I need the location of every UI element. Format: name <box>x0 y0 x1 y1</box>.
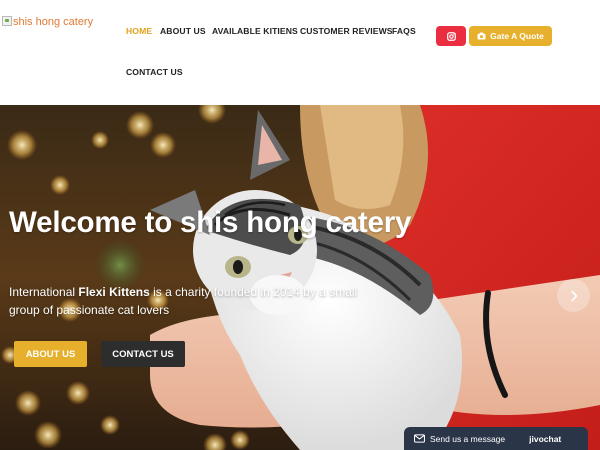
instagram-button[interactable] <box>436 26 466 46</box>
nav-faqs[interactable]: FAQS <box>392 26 416 36</box>
nav-about-us[interactable]: ABOUT US <box>160 26 206 36</box>
hero-description-prefix: International <box>9 285 79 299</box>
chat-widget[interactable]: Send us a message jivochat <box>404 427 588 450</box>
slider-next-button[interactable] <box>557 279 590 312</box>
site-header: shis hong catery HOME ABOUT US AVAILABLE… <box>0 0 600 105</box>
nav-home[interactable]: HOME <box>126 26 152 36</box>
chat-label: Send us a message <box>430 433 506 444</box>
mail-icon <box>414 434 425 443</box>
hero-slider: Welcome to shis hong catery Internationa… <box>0 105 600 450</box>
get-a-quote-label: Gate A Quote <box>490 31 544 41</box>
instagram-icon <box>446 31 456 41</box>
nav-customer-reviews[interactable]: CUSTOMER REVIEWS <box>300 26 393 36</box>
contact-us-button[interactable]: CONTACT US <box>101 341 185 367</box>
logo-alt-text: shis hong catery <box>13 16 94 28</box>
about-us-button-label: ABOUT US <box>25 348 76 360</box>
chevron-right-icon <box>570 290 577 301</box>
get-a-quote-button[interactable]: Gate A Quote <box>469 26 552 46</box>
hero-title: Welcome to shis hong catery <box>9 206 412 239</box>
contact-us-button-label: CONTACT US <box>112 348 174 360</box>
hero-background-photo <box>0 105 600 450</box>
chat-brand: jivochat <box>529 433 562 444</box>
nav-available-kittens[interactable]: AVAILABLE KITIENS <box>212 26 298 36</box>
about-us-button[interactable]: ABOUT US <box>14 341 87 367</box>
nav-contact-us[interactable]: CONTACT US <box>126 67 183 77</box>
broken-image-icon <box>2 16 12 26</box>
camera-icon <box>477 32 486 40</box>
hero-description-bold: Flexi Kittens <box>78 285 150 299</box>
hero-description: International Flexi Kittens is a charity… <box>9 283 379 319</box>
site-logo[interactable]: shis hong catery <box>2 15 93 29</box>
